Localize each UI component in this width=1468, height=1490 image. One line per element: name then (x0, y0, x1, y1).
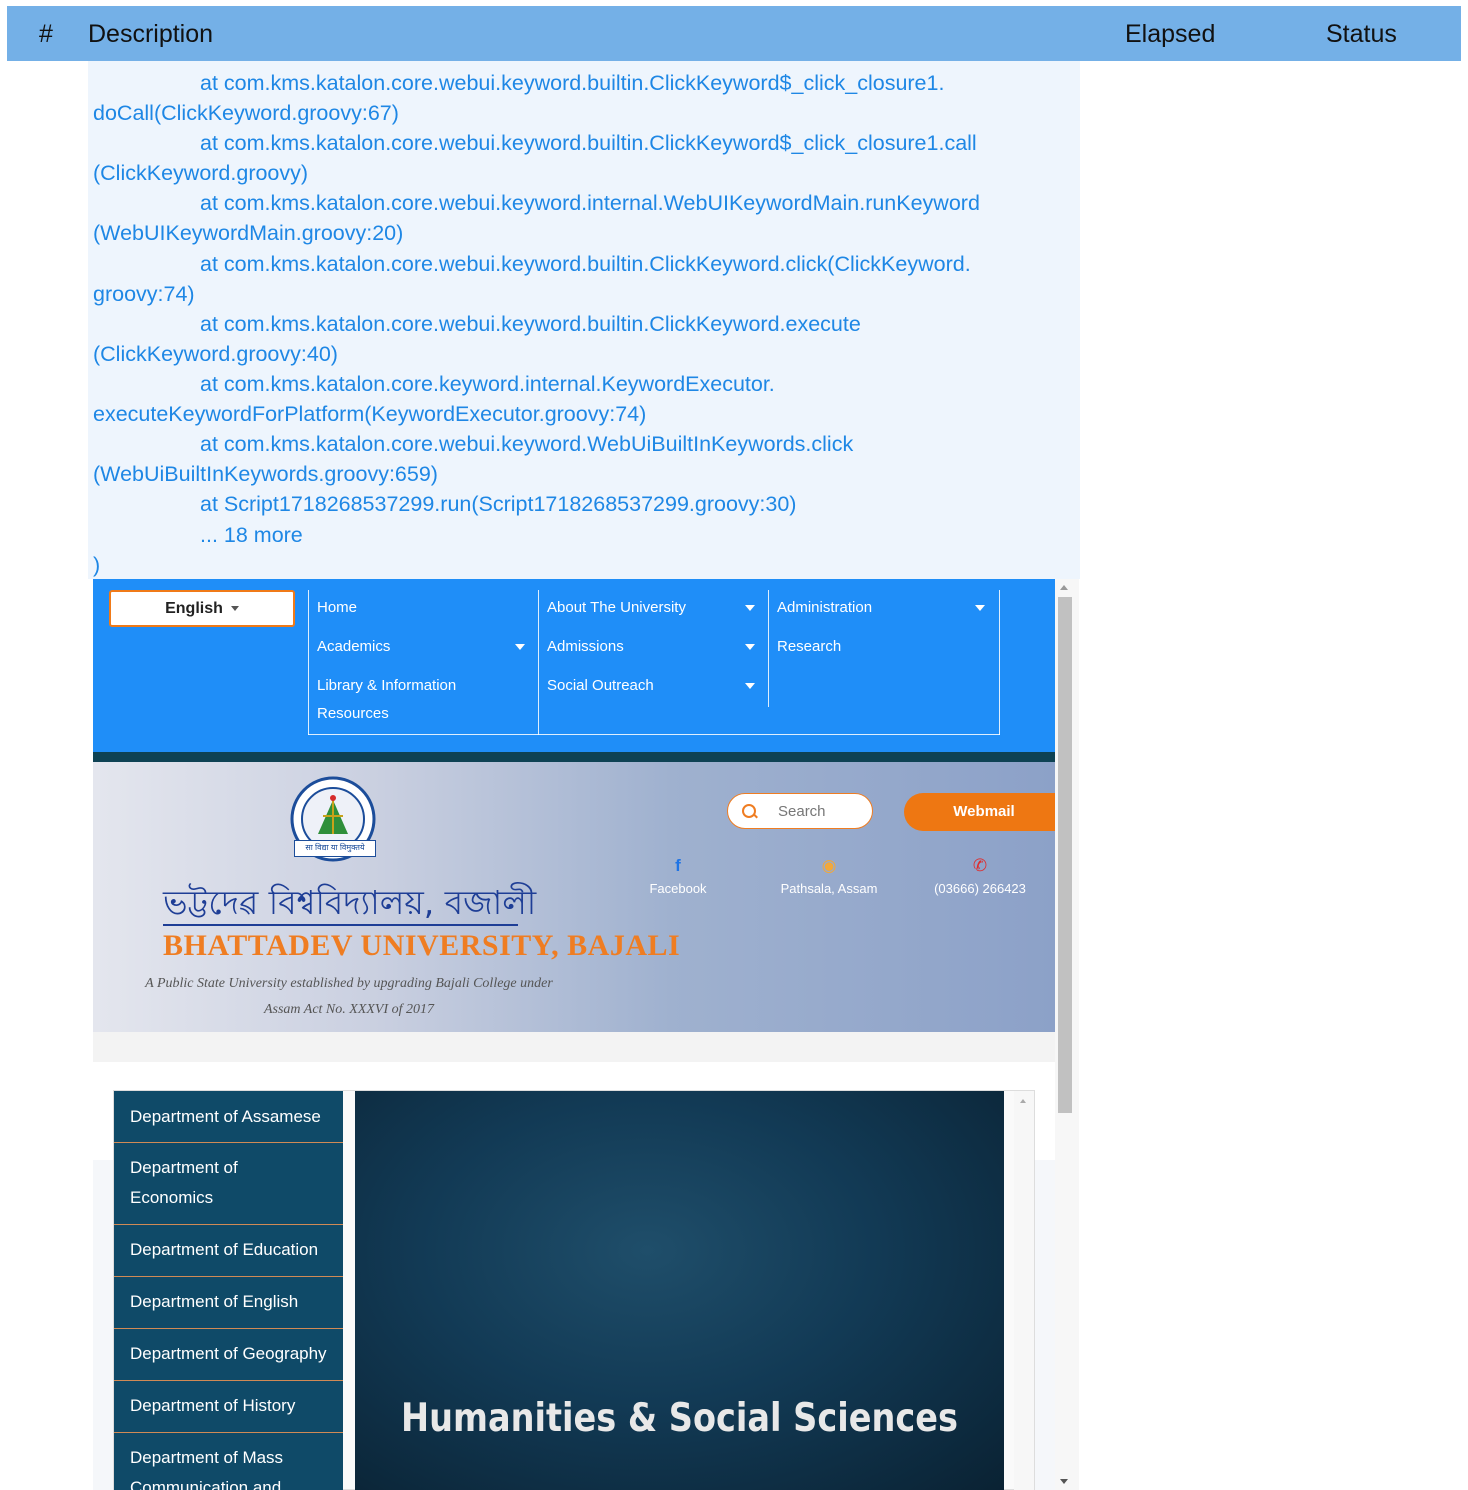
menu-item-label: Social Outreach (547, 677, 654, 694)
report-table-header: # Description Elapsed Status (7, 6, 1461, 61)
menu-item-label: Resources (317, 705, 389, 722)
menu-item-library[interactable]: Library & Information Resources (317, 672, 539, 728)
search-input[interactable]: Search (727, 793, 873, 829)
dropdown-caret-icon (975, 605, 985, 611)
inner-scrollbar[interactable] (1014, 1091, 1034, 1490)
log-line: ) (93, 553, 101, 577)
column-header-elapsed: Elapsed (1125, 20, 1216, 48)
menu-column: About The University Admissions Social O… (538, 590, 769, 735)
log-line: at com.kms.katalon.core.webui.keyword.bu… (200, 312, 861, 336)
menu-item-label: Admissions (547, 638, 624, 655)
log-line: at com.kms.katalon.core.webui.keyword.bu… (200, 131, 977, 155)
scroll-up-icon[interactable] (1060, 585, 1068, 590)
menu-item-label: Research (777, 638, 842, 655)
menu-item-research[interactable]: Research (777, 633, 999, 661)
department-item-history[interactable]: Department of History (114, 1381, 343, 1433)
facebook-link[interactable]: f Facebook (613, 856, 743, 897)
hero-image: Humanities & Social Sciences (355, 1091, 1004, 1490)
menu-item-about[interactable]: About The University (547, 594, 769, 622)
log-line: at com.kms.katalon.core.webui.keyword.We… (200, 432, 854, 456)
log-line: at com.kms.katalon.core.webui.keyword.in… (200, 191, 980, 215)
location-label: Pathsala, Assam (780, 881, 878, 896)
phone-label: (03666) 266423 (934, 881, 1026, 896)
name-underline (163, 924, 518, 926)
language-label: English (165, 600, 223, 617)
dropdown-caret-icon (515, 644, 525, 650)
log-line: groovy:74) (93, 282, 195, 306)
page-scrollbar[interactable] (1055, 579, 1079, 1490)
log-line: at Script1718268537299.run(Script1718268… (200, 492, 797, 516)
facebook-icon: f (675, 856, 681, 875)
menu-border (308, 734, 1000, 735)
log-line: at com.kms.katalon.core.webui.keyword.bu… (200, 252, 971, 276)
log-line: ... 18 more (200, 523, 303, 547)
log-line: (ClickKeyword.groovy:40) (93, 342, 338, 366)
dropdown-caret-icon (745, 683, 755, 689)
department-item-education[interactable]: Department of Education (114, 1225, 343, 1277)
department-label: Department of Geography (130, 1344, 327, 1363)
header-divider (93, 752, 1055, 762)
menu-column: Administration Research (768, 590, 999, 707)
map-pin-icon: ◉ (821, 856, 837, 875)
menu-item-social-outreach[interactable]: Social Outreach (547, 672, 769, 700)
log-line: executeKeywordForPlatform(KeywordExecuto… (93, 402, 647, 426)
menu-item-academics[interactable]: Academics (317, 633, 539, 661)
phone-icon: ✆ (972, 856, 988, 875)
log-line: (WebUiBuiltInKeywords.groovy:659) (93, 462, 438, 486)
webmail-button[interactable]: Webmail (904, 793, 1055, 831)
menu-border (999, 590, 1000, 735)
university-name-english: BHATTADEV UNIVERSITY, BAJALI (163, 929, 681, 962)
department-label: Department of Education (130, 1240, 319, 1259)
column-header-status: Status (1326, 20, 1397, 48)
department-label: Communication and (130, 1478, 282, 1490)
log-line: at com.kms.katalon.core.webui.keyword.bu… (200, 71, 945, 95)
department-item-english[interactable]: Department of English (114, 1277, 343, 1329)
menu-item-label: Home (317, 599, 358, 616)
menu-item-label: Academics (317, 638, 391, 655)
location-info: ◉ Pathsala, Assam (764, 856, 894, 897)
department-label: Department of English (130, 1292, 299, 1311)
department-item-economics[interactable]: Department of Economics (114, 1143, 343, 1225)
search-icon (742, 804, 756, 818)
language-selector[interactable]: English (109, 590, 295, 627)
hero-title: Humanities & Social Sciences (401, 1396, 958, 1441)
log-line: (ClickKeyword.groovy) (93, 161, 309, 185)
stack-trace-log: at com.kms.katalon.core.webui.keyword.bu… (88, 61, 1080, 579)
menu-item-label: Library & Information (317, 677, 457, 694)
tagline-line-2: Assam Act No. XXXVI of 2017 (263, 1002, 435, 1017)
menu-item-label: Administration (777, 599, 873, 616)
search-placeholder: Search (778, 803, 826, 820)
main-menu: Home Academics Library & Information Res… (308, 590, 1000, 735)
menu-item-admissions[interactable]: Admissions (547, 633, 769, 661)
chevron-down-icon (230, 606, 239, 612)
department-item-assamese[interactable]: Department of Assamese (114, 1091, 343, 1143)
department-item-geography[interactable]: Department of Geography (114, 1329, 343, 1381)
dropdown-caret-icon (745, 644, 755, 650)
phone-link[interactable]: ✆ (03666) 266423 (915, 856, 1045, 897)
facebook-label: Facebook (649, 881, 707, 896)
scroll-down-icon[interactable] (1060, 1479, 1068, 1484)
department-label: Department of Mass (130, 1448, 284, 1467)
tagline-line-1: A Public State University established by… (145, 976, 553, 991)
log-line: (WebUIKeywordMain.groovy:20) (93, 221, 404, 245)
menu-column: Home Academics Library & Information Res… (308, 590, 539, 735)
department-label: Economics (130, 1188, 214, 1207)
department-item-mass-communication[interactable]: Department of Mass Communication and (114, 1433, 343, 1490)
department-label: Department of Assamese (130, 1107, 321, 1126)
menu-item-label: About The University (547, 599, 686, 616)
embedded-screenshot: English Home Academics Library & Informa… (93, 579, 1055, 1490)
department-label: Department of (130, 1158, 238, 1177)
scrollbar-thumb[interactable] (1058, 597, 1072, 1113)
column-header-description: Description (88, 20, 214, 48)
log-line: doCall(ClickKeyword.groovy:67) (93, 101, 399, 125)
scroll-up-icon (1020, 1099, 1026, 1103)
department-label: Department of History (130, 1396, 296, 1415)
menu-item-administration[interactable]: Administration (777, 594, 999, 622)
log-line: at com.kms.katalon.core.keyword.internal… (200, 372, 775, 396)
dropdown-caret-icon (745, 605, 755, 611)
menu-item-home[interactable]: Home (317, 594, 539, 622)
logo-motto: सा विद्या या विमुक्तये (294, 840, 376, 857)
top-navigation-bar: English Home Academics Library & Informa… (93, 579, 1055, 752)
column-header-number: # (39, 20, 53, 48)
